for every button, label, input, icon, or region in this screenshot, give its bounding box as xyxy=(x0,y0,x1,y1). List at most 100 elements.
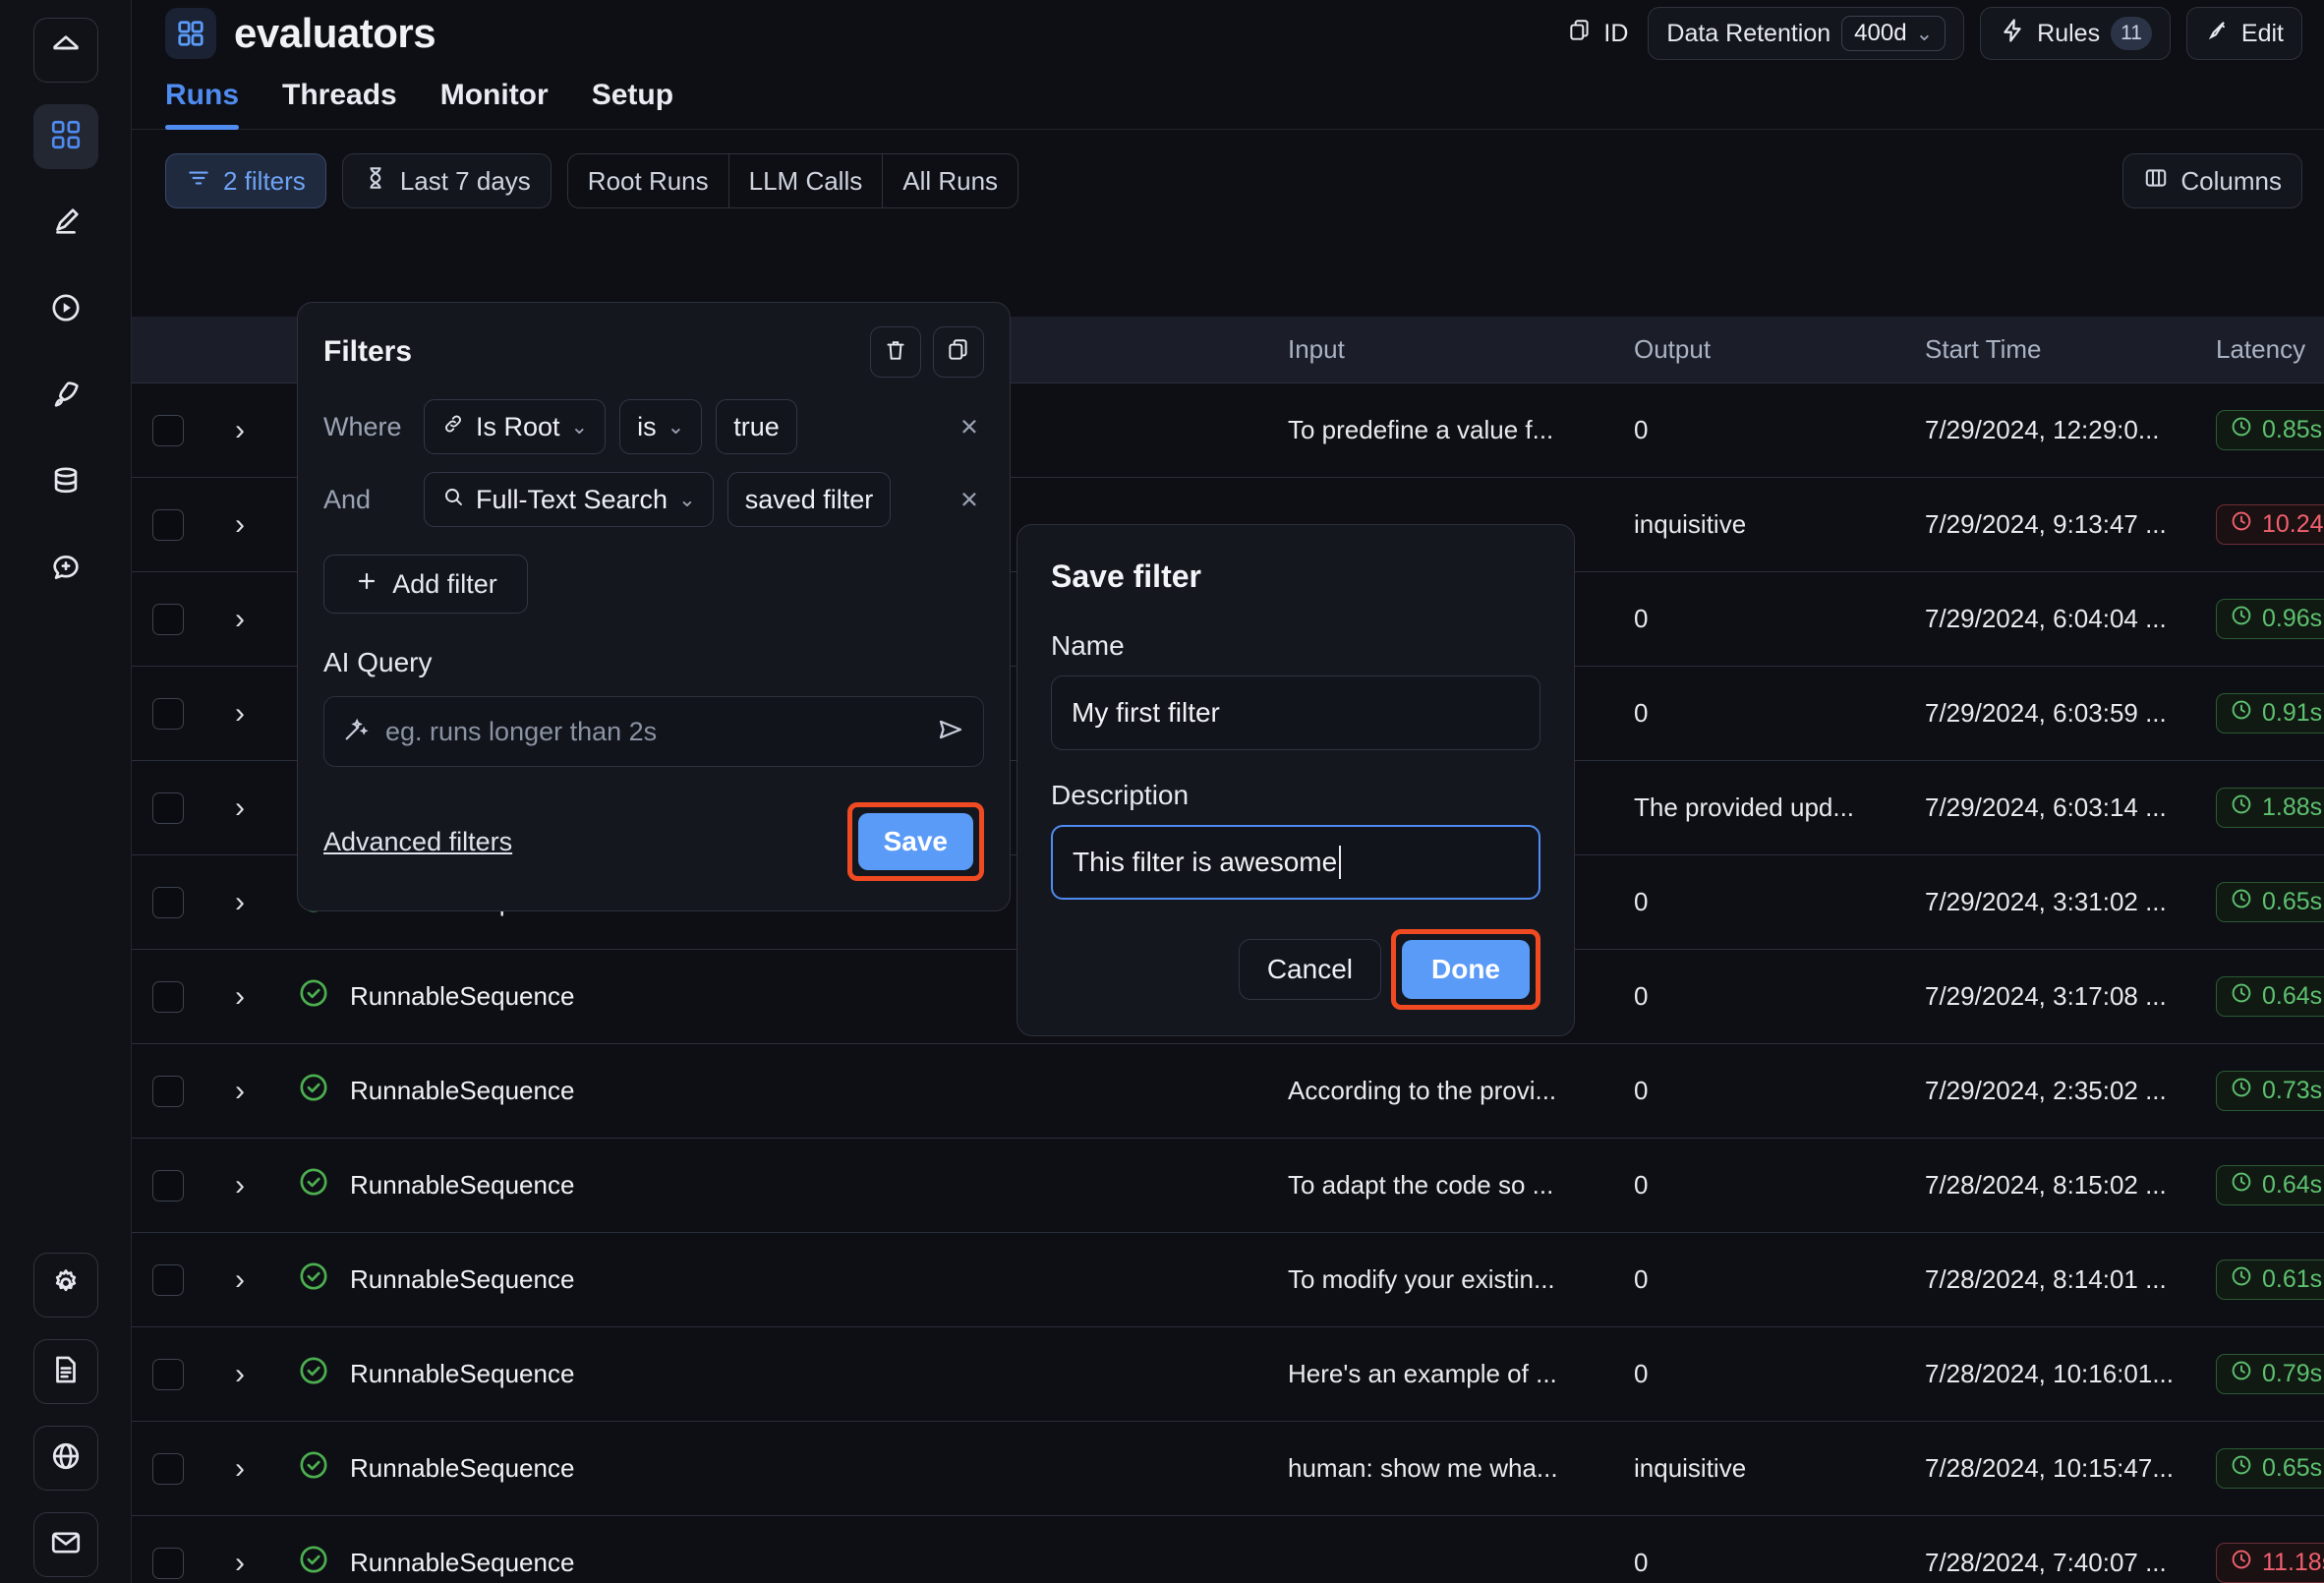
expand-row-chevron-icon[interactable]: › xyxy=(204,1452,275,1486)
expand-row-chevron-icon[interactable]: › xyxy=(204,414,275,447)
expand-row-chevron-icon[interactable]: › xyxy=(204,508,275,542)
row-checkbox[interactable] xyxy=(132,792,204,824)
data-retention-value-pill[interactable]: 400d ⌄ xyxy=(1841,16,1946,51)
advanced-filters-link[interactable]: Advanced filters xyxy=(323,827,512,857)
run-name-cell[interactable]: RunnableSequence xyxy=(275,1165,1288,1205)
copy-id-button[interactable]: ID xyxy=(1563,7,1632,60)
row-checkbox[interactable] xyxy=(132,697,204,730)
rules-button[interactable]: Rules 11 xyxy=(1980,7,2171,60)
run-name-cell[interactable]: RunnableSequence xyxy=(275,1260,1288,1300)
filters-button[interactable]: 2 filters xyxy=(165,153,326,208)
expand-row-chevron-icon[interactable]: › xyxy=(204,1358,275,1391)
row-checkbox[interactable] xyxy=(132,1547,204,1579)
table-row[interactable]: › RunnableSequence 0 7/28/2024, 7:40:07 ...… xyxy=(132,1516,2324,1583)
row-checkbox[interactable] xyxy=(132,508,204,541)
add-filter-button[interactable]: Add filter xyxy=(323,555,528,614)
expand-row-chevron-icon[interactable]: › xyxy=(204,1263,275,1297)
run-name-cell[interactable]: RunnableSequence xyxy=(275,1448,1288,1489)
sidebar-item-docs[interactable] xyxy=(32,1339,98,1404)
cancel-button[interactable]: Cancel xyxy=(1238,939,1381,1000)
expand-row-chevron-icon[interactable]: › xyxy=(204,1547,275,1580)
table-row[interactable]: › RunnableSequence To adapt the code so ..… xyxy=(132,1139,2324,1233)
column-header-start-time[interactable]: Start Time xyxy=(1925,334,2216,365)
run-name: RunnableSequence xyxy=(350,1264,575,1294)
table-row[interactable]: › RunnableSequence According to the provi.… xyxy=(132,1044,2324,1139)
done-button[interactable]: Done xyxy=(1402,940,1530,999)
delete-filters-button[interactable] xyxy=(870,326,921,378)
description-input[interactable]: This filter is awesome xyxy=(1051,825,1540,900)
filter-operator-select-0[interactable]: is ⌄ xyxy=(619,399,703,454)
sidebar-item-datasets[interactable] xyxy=(33,450,98,515)
run-name-cell[interactable]: RunnableSequence xyxy=(275,1354,1288,1394)
row-checkbox[interactable] xyxy=(132,886,204,918)
remove-filter-0-button[interactable]: × xyxy=(960,409,984,444)
table-row[interactable]: › RunnableSequence human: show me wha... in… xyxy=(132,1422,2324,1516)
row-checkbox[interactable] xyxy=(132,1452,204,1485)
column-header-latency[interactable]: Latency xyxy=(2216,334,2324,365)
clock-icon xyxy=(2230,1453,2253,1484)
columns-button[interactable]: Columns xyxy=(2122,153,2302,208)
column-header-output[interactable]: Output xyxy=(1634,334,1925,365)
tab-runs[interactable]: Runs xyxy=(165,79,239,130)
tab-threads[interactable]: Threads xyxy=(282,79,397,129)
data-retention-button[interactable]: Data Retention 400d ⌄ xyxy=(1648,7,1965,60)
row-checkbox[interactable] xyxy=(132,1169,204,1202)
run-start-time-cell: 7/29/2024, 6:04:04 ... xyxy=(1925,604,2167,633)
row-checkbox[interactable] xyxy=(132,414,204,446)
row-checkbox[interactable] xyxy=(132,603,204,635)
filter-field-select-1[interactable]: Full-Text Search ⌄ xyxy=(424,472,714,527)
segment-llm-calls[interactable]: LLM Calls xyxy=(729,154,884,207)
date-range-button[interactable]: Last 7 days xyxy=(341,153,552,208)
sidebar-item-projects[interactable] xyxy=(32,104,98,169)
expand-row-chevron-icon[interactable]: › xyxy=(204,886,275,919)
sidebar-item-playground[interactable] xyxy=(33,277,98,342)
segment-root-runs[interactable]: Root Runs xyxy=(568,154,729,207)
filter-field-label-1: Full-Text Search xyxy=(476,484,668,514)
sidebar-item-annotation[interactable] xyxy=(33,537,98,602)
expand-row-chevron-icon[interactable]: › xyxy=(204,1169,275,1202)
row-checkbox[interactable] xyxy=(132,1075,204,1107)
expand-row-chevron-icon[interactable]: › xyxy=(204,697,275,731)
name-input[interactable]: My first filter xyxy=(1051,675,1540,750)
ai-query-input[interactable]: eg. runs longer than 2s xyxy=(385,717,920,747)
table-row[interactable]: › RunnableSequence Here's an example of ..… xyxy=(132,1327,2324,1422)
sidebar-item-language[interactable] xyxy=(32,1426,98,1491)
run-latency-cell: 1.88s xyxy=(2216,788,2324,828)
filter-field-label-0: Is Root xyxy=(476,411,560,441)
remove-filter-1-button[interactable]: × xyxy=(960,482,984,517)
latency-badge: 0.73s xyxy=(2216,1071,2324,1111)
segment-all-runs[interactable]: All Runs xyxy=(883,154,1017,207)
edit-button[interactable]: Edit xyxy=(2185,7,2302,60)
filter-value-1[interactable]: saved filter xyxy=(726,472,892,527)
expand-row-chevron-icon[interactable]: › xyxy=(204,980,275,1014)
row-checkbox[interactable] xyxy=(132,980,204,1013)
ai-query-box[interactable]: eg. runs longer than 2s xyxy=(323,696,984,767)
success-status-icon xyxy=(297,1260,330,1300)
tab-setup[interactable]: Setup xyxy=(592,79,673,129)
run-name-cell[interactable]: RunnableSequence xyxy=(275,1071,1288,1111)
filter-value-0[interactable]: true xyxy=(716,399,797,454)
save-button[interactable]: Save xyxy=(857,813,973,870)
success-status-icon xyxy=(297,1543,330,1583)
trash-icon xyxy=(883,337,908,368)
send-icon[interactable] xyxy=(936,715,965,749)
latency-badge: 0.64s xyxy=(2216,976,2324,1017)
run-name-cell[interactable]: RunnableSequence xyxy=(275,1543,1288,1583)
table-row[interactable]: › RunnableSequence To modify your existin.… xyxy=(132,1233,2324,1327)
plus-icon xyxy=(354,568,379,601)
sidebar-item-settings[interactable] xyxy=(32,1253,98,1318)
row-checkbox[interactable] xyxy=(132,1358,204,1390)
sidebar-item-home[interactable] xyxy=(32,18,98,83)
filter-field-select-0[interactable]: Is Root ⌄ xyxy=(424,399,607,454)
duplicate-filters-button[interactable] xyxy=(933,326,984,378)
tab-monitor[interactable]: Monitor xyxy=(440,79,549,129)
search-icon xyxy=(441,485,465,515)
expand-row-chevron-icon[interactable]: › xyxy=(204,1075,275,1108)
expand-row-chevron-icon[interactable]: › xyxy=(204,603,275,636)
column-header-input[interactable]: Input xyxy=(1288,334,1634,365)
row-checkbox[interactable] xyxy=(132,1263,204,1296)
expand-row-chevron-icon[interactable]: › xyxy=(204,792,275,825)
sidebar-item-prompts[interactable] xyxy=(33,191,98,256)
sidebar-item-deployments[interactable] xyxy=(33,364,98,429)
sidebar-item-contact[interactable] xyxy=(32,1512,98,1577)
